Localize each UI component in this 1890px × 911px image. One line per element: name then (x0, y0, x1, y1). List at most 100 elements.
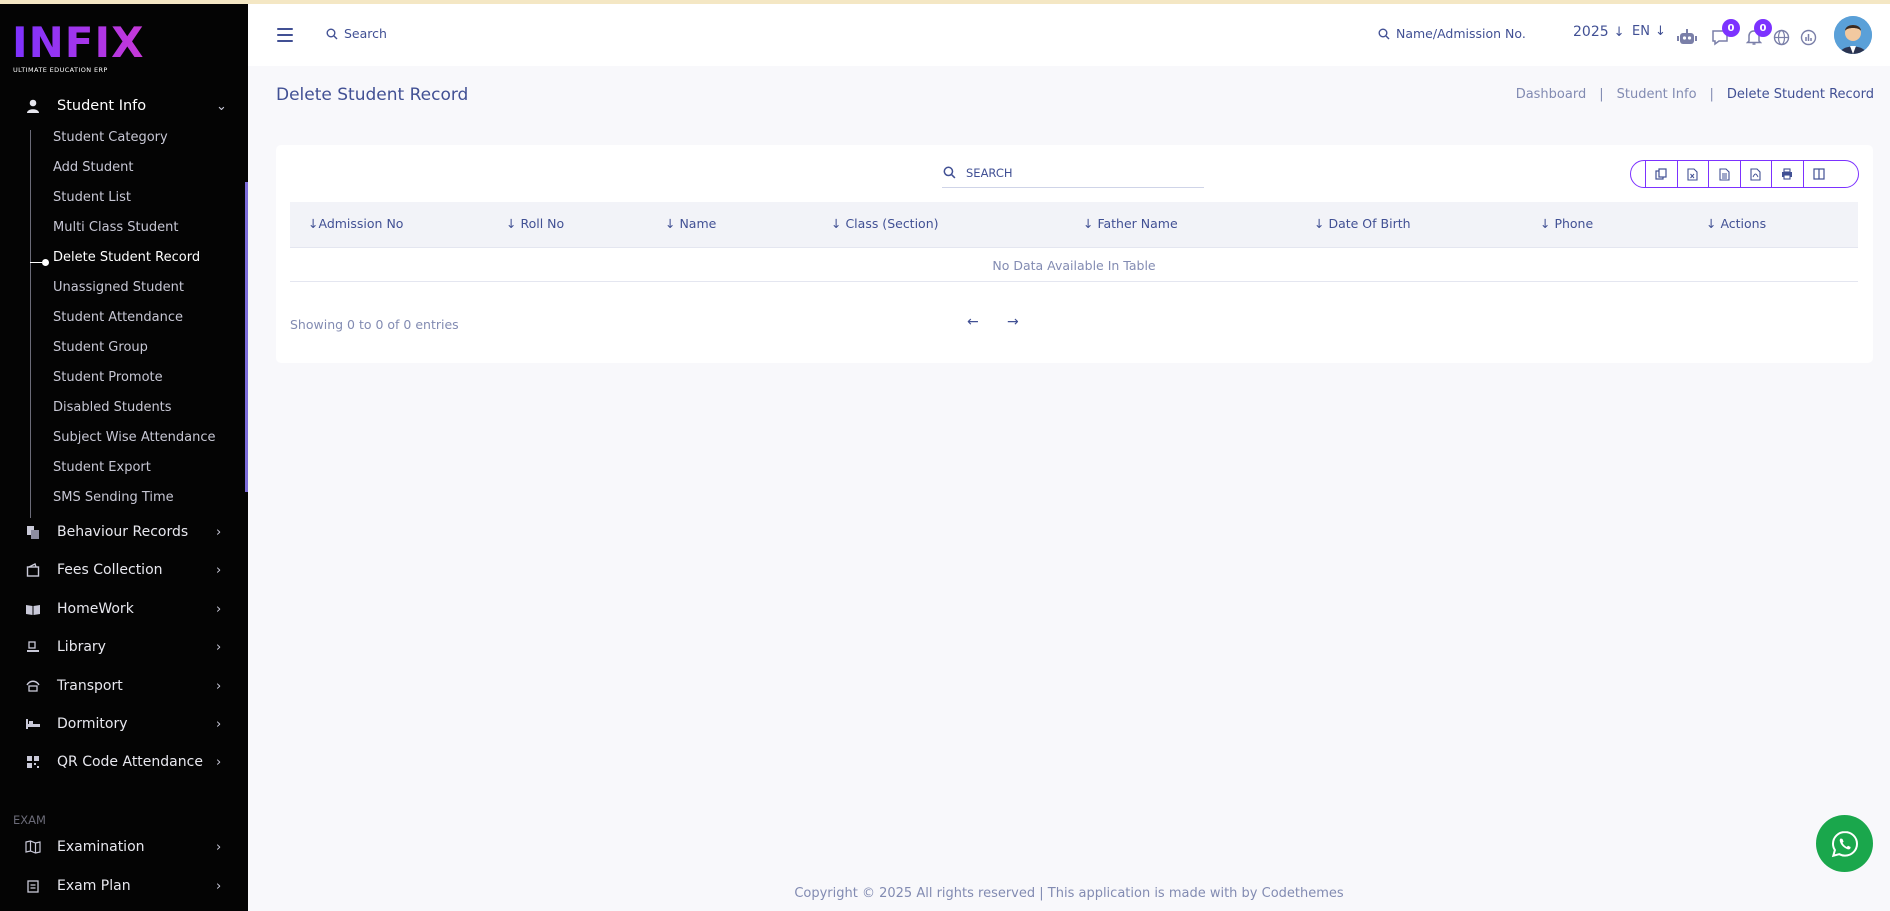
sidebar-subitem-subject-wise-attendance[interactable]: Subject Wise Attendance (53, 430, 216, 445)
breadcrumb-student-info[interactable]: Student Info (1617, 87, 1697, 102)
sidebar-item-examination[interactable]: Examination › (0, 831, 248, 863)
column-name[interactable]: ↓ Name (665, 216, 716, 231)
sidebar-subitem-student-list[interactable]: Student List (53, 190, 131, 205)
active-indicator-line (30, 262, 42, 263)
chevron-right-icon: › (216, 754, 222, 770)
year-value: 2025 (1573, 24, 1609, 40)
chevron-right-icon: › (216, 562, 222, 578)
copy-button[interactable] (1645, 161, 1677, 187)
columns-button[interactable] (1802, 161, 1835, 187)
table-info: Showing 0 to 0 of 0 entries (290, 317, 459, 332)
messages-badge: 0 (1722, 19, 1740, 37)
csv-file-icon (1719, 167, 1730, 181)
breadcrumb: Dashboard | Student Info | Delete Studen… (1516, 87, 1874, 102)
search-icon (943, 166, 956, 179)
sidebar-subitem-delete-student-record[interactable]: Delete Student Record (53, 250, 200, 265)
sidebar-subitem-student-export[interactable]: Student Export (53, 460, 151, 475)
sidebar-item-label: Library (57, 639, 106, 655)
brand-logo[interactable]: INFIX ULTIMATE EDUCATION ERP (12, 22, 144, 75)
column-admission-no[interactable]: ↓Admission No (308, 216, 403, 231)
avatar[interactable] (1834, 16, 1872, 54)
column-class-section[interactable]: ↓ Class (Section) (831, 216, 939, 231)
sidebar-item-label: Dormitory (57, 716, 128, 732)
sidebar-subitem-student-promote[interactable]: Student Promote (53, 370, 163, 385)
sidebar-subitem-multi-class-student[interactable]: Multi Class Student (53, 220, 178, 235)
table-search[interactable] (942, 158, 1204, 188)
sidebar-subitem-student-attendance[interactable]: Student Attendance (53, 310, 183, 325)
breadcrumb-current: Delete Student Record (1726, 87, 1874, 102)
top-header: Search Name/Admission No. 2025 ↓ EN ↓ 0 … (248, 4, 1890, 66)
excel-button[interactable] (1676, 161, 1709, 187)
sidebar-subitem-unassigned-student[interactable]: Unassigned Student (53, 280, 184, 295)
section-label-exam: EXAM (13, 813, 46, 827)
print-button[interactable] (1771, 161, 1803, 187)
clipboard-icon (24, 877, 42, 895)
name-search-label: Name/Admission No. (1396, 26, 1526, 41)
chevron-right-icon: › (216, 839, 222, 855)
column-roll-no[interactable]: ↓ Roll No (506, 216, 564, 231)
arrow-down-icon: ↓ (1654, 24, 1666, 39)
analytics-icon[interactable] (1797, 26, 1819, 48)
sidebar-item-library[interactable]: Library › (0, 631, 248, 663)
chevron-down-icon: ⌄ (216, 98, 227, 114)
sidebar-item-dormitory[interactable]: Dormitory › (0, 708, 248, 740)
table-search-input[interactable] (966, 165, 1166, 180)
column-father-name[interactable]: ↓ Father Name (1083, 216, 1178, 231)
qr-icon (24, 753, 42, 771)
sidebar-subitem-student-group[interactable]: Student Group (53, 340, 148, 355)
header-search[interactable]: Search (326, 26, 387, 41)
footer-copyright: Copyright © 2025 All rights reserved | T… (794, 886, 1344, 901)
chevron-right-icon: › (216, 639, 222, 655)
prev-page-button[interactable]: ← (967, 314, 979, 330)
sidebar-subitem-sms-sending-time[interactable]: SMS Sending Time (53, 490, 174, 505)
sidebar-item-qr-code-attendance[interactable]: QR Code Attendance › (0, 746, 248, 778)
sidebar-item-homework[interactable]: HomeWork › (0, 593, 248, 625)
robot-icon[interactable] (1676, 26, 1698, 48)
next-page-button[interactable]: → (1007, 314, 1019, 330)
sidebar-item-label: QR Code Attendance (57, 754, 203, 770)
language-selector[interactable]: EN ↓ (1632, 24, 1666, 39)
whatsapp-button[interactable] (1816, 815, 1873, 872)
sidebar-item-transport[interactable]: Transport › (0, 670, 248, 702)
logo-subtitle: ULTIMATE EDUCATION ERP (13, 66, 108, 74)
column-date-of-birth[interactable]: ↓ Date Of Birth (1314, 216, 1411, 231)
sidebar-item-exam-plan[interactable]: Exam Plan › (0, 870, 248, 902)
sidebar-subitem-disabled-students[interactable]: Disabled Students (53, 400, 172, 415)
sidebar-item-label: Transport (57, 678, 123, 694)
sidebar-subitem-add-student[interactable]: Add Student (53, 160, 133, 175)
arrow-down-icon: ↓ (1613, 24, 1625, 40)
column-actions[interactable]: ↓ Actions (1706, 216, 1766, 231)
sidebar-item-label: Behaviour Records (57, 524, 189, 540)
page-title: Delete Student Record (276, 85, 469, 105)
language-value: EN (1632, 24, 1650, 39)
sidebar-item-behaviour-records[interactable]: Behaviour Records › (0, 516, 248, 548)
menu-toggle-icon[interactable] (277, 28, 293, 42)
year-selector[interactable]: 2025 ↓ (1573, 24, 1625, 40)
wallet-icon (24, 561, 42, 579)
table-header: ↓Admission No ↓ Roll No ↓ Name ↓ Class (… (290, 202, 1858, 248)
pdf-file-icon (1750, 167, 1761, 181)
copy-icon (1655, 168, 1667, 180)
book-icon (24, 600, 42, 618)
bus-icon (24, 677, 42, 695)
sidebar-item-label: Exam Plan (57, 878, 131, 894)
name-admission-search[interactable]: Name/Admission No. (1378, 26, 1526, 41)
sidebar-item-student-info[interactable]: Student Info ⌄ (0, 90, 248, 122)
sidebar-scrollbar[interactable] (245, 182, 248, 492)
bed-icon (24, 715, 42, 733)
header-search-label: Search (344, 26, 387, 41)
files-icon (24, 523, 42, 541)
pdf-button[interactable] (1739, 161, 1772, 187)
sidebar-subitem-student-category[interactable]: Student Category (53, 130, 168, 145)
column-phone[interactable]: ↓ Phone (1540, 216, 1593, 231)
globe-icon[interactable] (1770, 26, 1792, 48)
chevron-right-icon: › (216, 878, 222, 894)
user-icon (24, 97, 42, 115)
chevron-right-icon: › (216, 524, 222, 540)
csv-button[interactable] (1708, 161, 1740, 187)
breadcrumb-separator: | (1709, 87, 1714, 102)
print-icon (1782, 168, 1793, 180)
breadcrumb-dashboard[interactable]: Dashboard (1516, 87, 1587, 102)
breadcrumb-separator: | (1599, 87, 1604, 102)
sidebar-item-fees-collection[interactable]: Fees Collection › (0, 554, 248, 586)
